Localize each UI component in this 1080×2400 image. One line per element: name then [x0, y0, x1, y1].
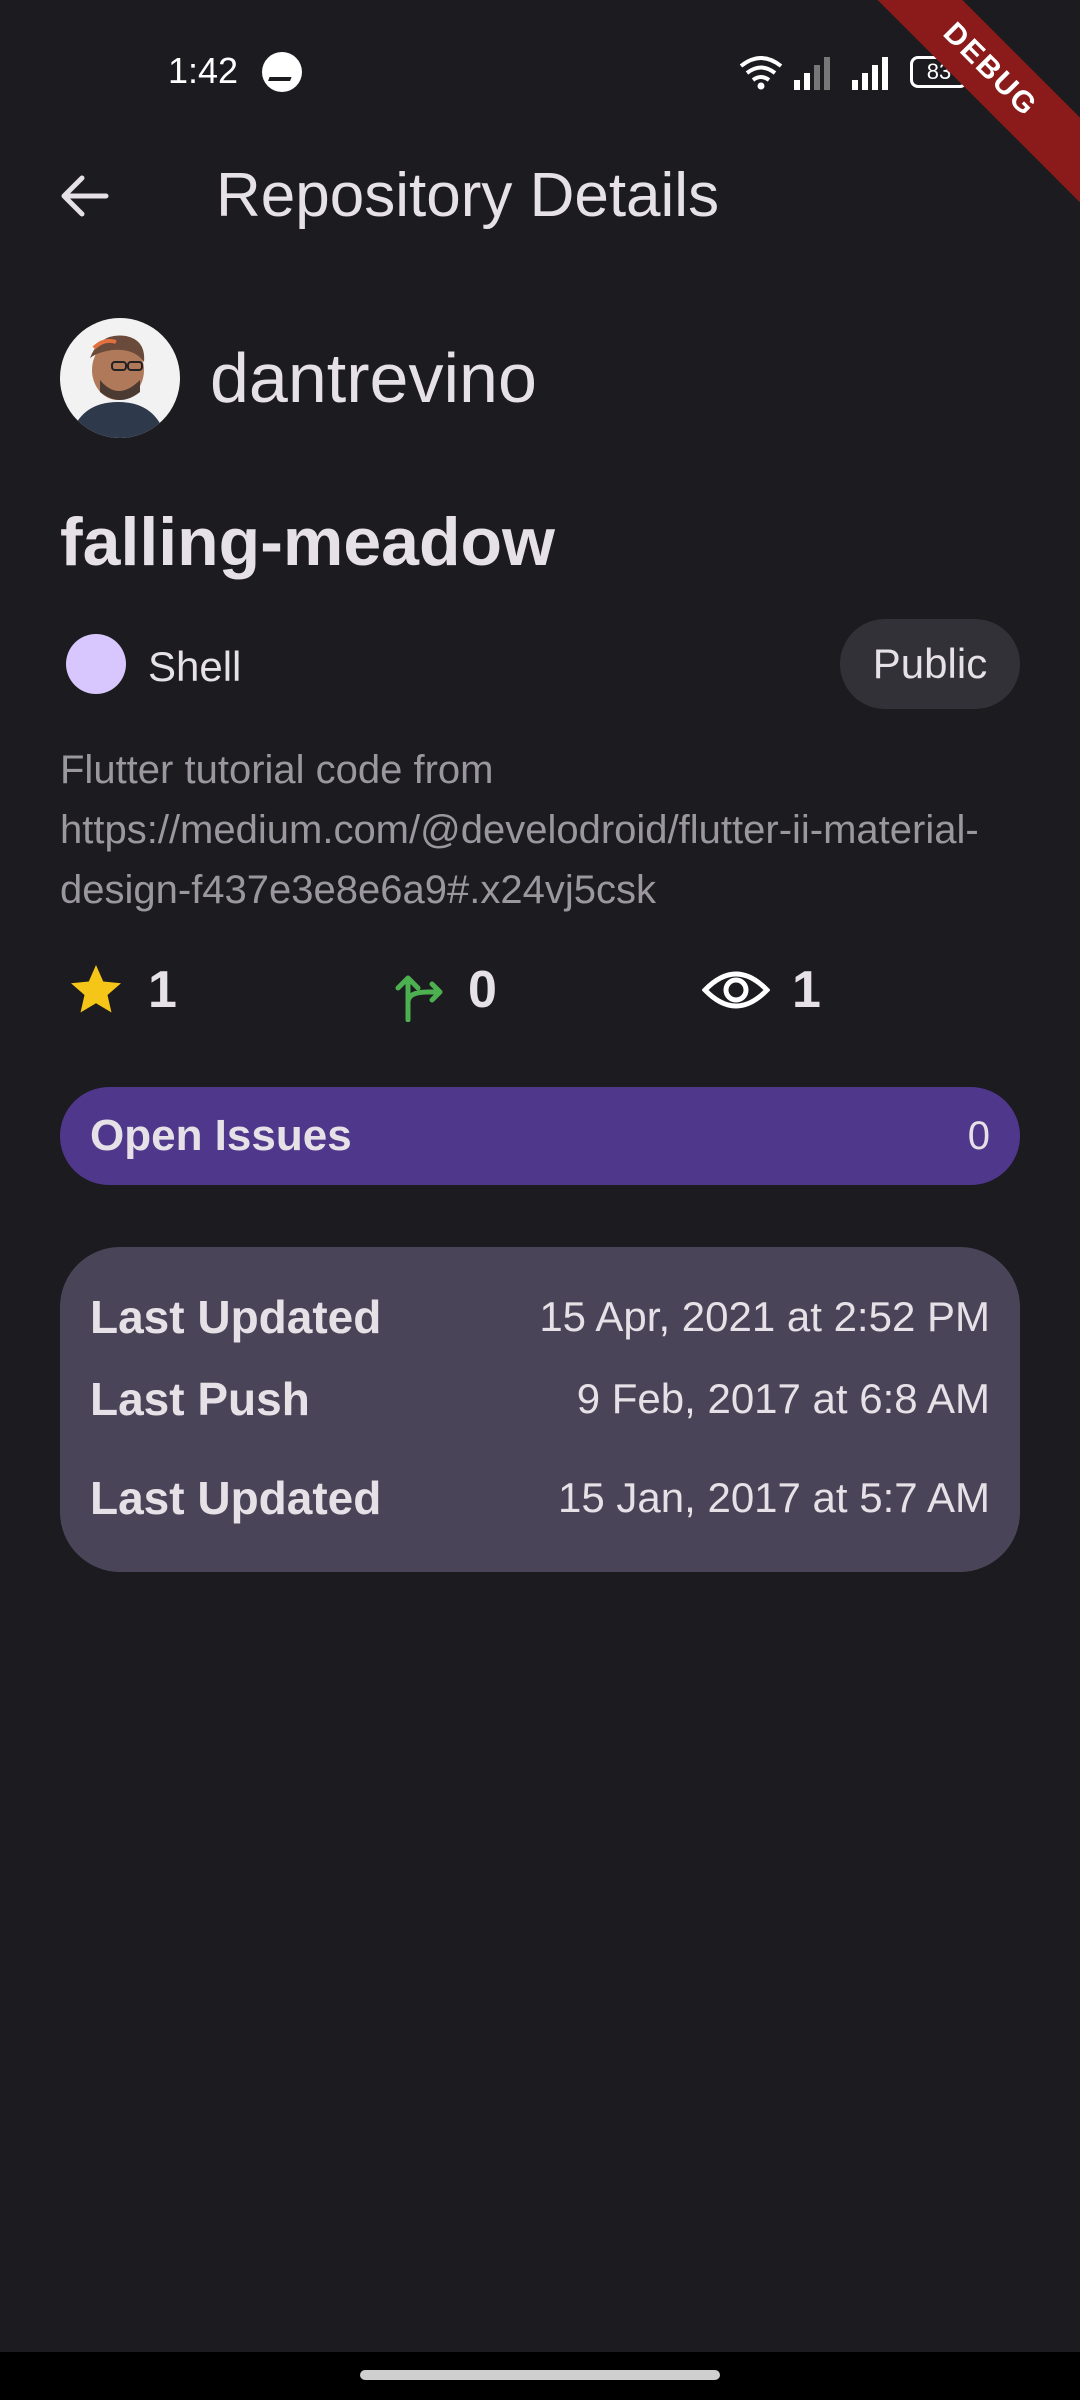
messenger-icon: [262, 52, 302, 92]
stars-count: 1: [148, 961, 177, 1019]
signal-icon: [794, 57, 830, 90]
language-color-dot: [66, 634, 126, 694]
repo-description: Flutter tutorial code from https://mediu…: [60, 748, 979, 912]
date-value: 15 Jan, 2017 at 5:7 AM: [558, 1473, 990, 1521]
watchers-count: 1: [792, 961, 821, 1019]
arrow-back-icon: [61, 175, 109, 217]
date-row: Last Push 9 Feb, 2017 at 6:8 AM: [90, 1349, 990, 1448]
avatar[interactable]: [60, 318, 180, 438]
date-label: Last Push: [90, 1372, 310, 1425]
date-value: 15 Apr, 2021 at 2:52 PM: [539, 1293, 990, 1340]
owner-name[interactable]: dantrevino: [210, 338, 537, 418]
visibility-chip: Public: [840, 619, 1020, 709]
eye-icon: [702, 971, 770, 1009]
language-label: Shell: [148, 643, 242, 690]
back-button[interactable]: [48, 160, 120, 232]
page-title: Repository Details: [216, 161, 720, 230]
open-issues-bar[interactable]: Open Issues 0: [60, 1087, 1020, 1185]
date-value: 9 Feb, 2017 at 6:8 AM: [576, 1374, 990, 1422]
date-row: Last Updated 15 Apr, 2021 at 2:52 PM: [90, 1285, 990, 1349]
repo-name: falling-meadow: [60, 504, 555, 580]
forks-stat: 0: [392, 950, 497, 1030]
repo-stats: 1 0 1: [60, 950, 1020, 1030]
date-label: Last Updated: [90, 1471, 382, 1524]
watchers-stat: 1: [702, 950, 821, 1030]
wifi-icon: [739, 56, 783, 90]
stars-stat: 1: [66, 950, 177, 1030]
date-label: Last Updated: [90, 1291, 382, 1343]
dates-card: Last Updated 15 Apr, 2021 at 2:52 PM Las…: [60, 1247, 1020, 1572]
status-time: 1:42: [168, 50, 239, 91]
home-indicator[interactable]: [360, 2370, 720, 2380]
signal-icon: [852, 57, 888, 90]
visibility-label: Public: [872, 640, 988, 687]
star-icon: [71, 965, 121, 1013]
open-issues-label: Open Issues: [90, 1111, 352, 1160]
date-row: Last Updated 15 Jan, 2017 at 5:7 AM: [90, 1448, 990, 1547]
fork-icon: [395, 975, 443, 1022]
forks-count: 0: [468, 961, 497, 1019]
open-issues-count: 0: [967, 1113, 990, 1158]
